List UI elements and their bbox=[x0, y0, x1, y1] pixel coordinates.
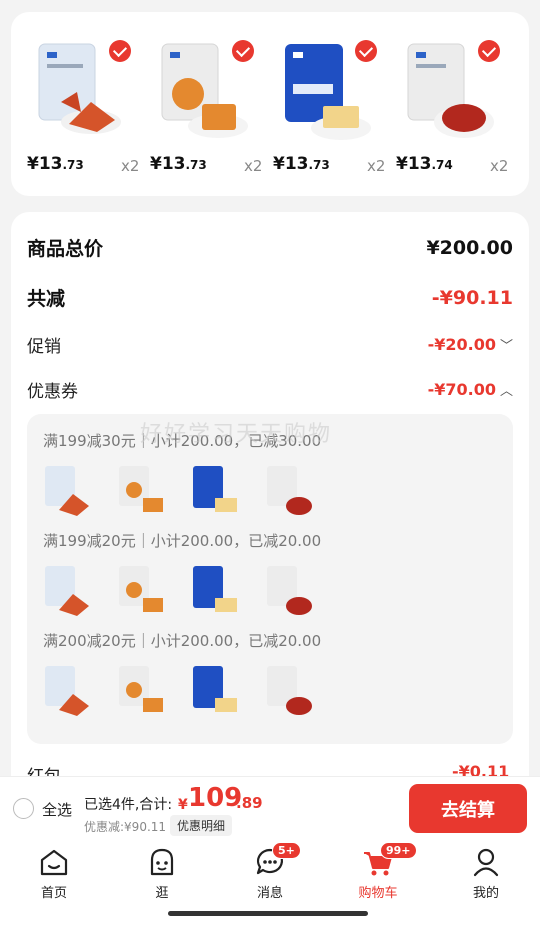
select-all-radio[interactable] bbox=[13, 798, 34, 819]
product-price: ¥13.74 bbox=[396, 154, 453, 174]
tab-label: 首页 bbox=[40, 886, 67, 901]
promotion-row[interactable]: 促销 -¥20.00 ﹀ bbox=[27, 332, 513, 357]
tab-cart[interactable]: 99+ 购物车 bbox=[343, 842, 417, 901]
total-currency: ¥ bbox=[178, 797, 188, 813]
selected-count: 已选4件,合计: bbox=[84, 797, 173, 813]
crab-crackers-pack-icon bbox=[117, 664, 167, 722]
goods-total-label: 商品总价 bbox=[27, 238, 104, 260]
chicken-feet-pack-icon bbox=[43, 464, 93, 522]
jerky-pack-icon bbox=[265, 464, 315, 522]
profile-icon bbox=[470, 846, 502, 878]
tab-browse[interactable]: 逛 bbox=[127, 846, 197, 901]
browse-face-icon bbox=[146, 846, 178, 878]
chevron-up-icon[interactable]: ︿ bbox=[500, 384, 513, 399]
chevron-down-icon[interactable]: ﹀ bbox=[500, 339, 513, 354]
cart-icon: 99+ bbox=[362, 842, 417, 878]
total-discount-label: 共减 bbox=[27, 288, 66, 310]
select-all-label[interactable]: 全选 bbox=[42, 799, 72, 820]
promotion-label: 促销 bbox=[27, 337, 61, 357]
crab-crackers-pack-icon bbox=[117, 564, 167, 622]
coupon-rule: 满200减20元｜小计200.00，已减20.00 bbox=[43, 632, 322, 650]
tab-label: 我的 bbox=[472, 886, 499, 901]
tab-label: 消息 bbox=[256, 886, 283, 901]
cheese-biscuits-pack-icon bbox=[191, 464, 241, 522]
crab-crackers-pack-icon bbox=[117, 464, 167, 522]
product-item[interactable]: ¥13.73 x2 bbox=[134, 12, 262, 196]
message-icon: 5+ bbox=[254, 842, 301, 878]
coupon-row[interactable]: 优惠券 -¥70.00 ︿ bbox=[27, 377, 513, 402]
total-discount-row: 共减 -¥90.11 bbox=[27, 284, 513, 311]
total-decimal: .89 bbox=[236, 794, 263, 812]
discount-detail-button[interactable]: 优惠明细 bbox=[170, 815, 233, 836]
price-summary-card: 商品总价 ¥200.00 共减 -¥90.11 促销 -¥20.00 ﹀ 优惠券 … bbox=[11, 212, 529, 812]
jerky-pack-icon bbox=[265, 664, 315, 722]
product-price: ¥13.73 bbox=[27, 154, 84, 174]
tab-label: 逛 bbox=[155, 886, 169, 901]
jerky-pack-icon bbox=[265, 564, 315, 622]
checkout-bar: 全选 已选4件,合计: ¥ 109 .89 优惠减:¥90.11 优惠明细 去结… bbox=[0, 776, 540, 840]
product-item[interactable]: ¥13.73 x2 bbox=[257, 12, 385, 196]
home-indicator bbox=[168, 911, 368, 916]
coupon-detail-panel: 满199减30元｜小计200.00，已减30.00 满199减20元｜小计200… bbox=[27, 414, 513, 744]
tab-home[interactable]: 首页 bbox=[19, 846, 89, 901]
coupon-label: 优惠券 bbox=[27, 382, 78, 402]
product-price: ¥13.73 bbox=[150, 154, 207, 174]
chicken-feet-pack-icon bbox=[43, 564, 93, 622]
message-badge: 5+ bbox=[272, 842, 301, 859]
selected-check-icon[interactable] bbox=[232, 40, 254, 62]
coupon-products-row bbox=[43, 464, 315, 522]
coupon-products-row bbox=[43, 664, 315, 722]
product-price: ¥13.73 bbox=[273, 154, 330, 174]
selected-check-icon[interactable] bbox=[478, 40, 500, 62]
goods-total-row: 商品总价 ¥200.00 bbox=[27, 234, 513, 261]
coupon-value: -¥70.00 bbox=[427, 380, 496, 399]
tab-profile[interactable]: 我的 bbox=[451, 846, 521, 901]
watermark: 好好学习天天购物 bbox=[140, 422, 333, 447]
discount-summary: 优惠减:¥90.11 bbox=[84, 820, 167, 834]
promotion-value: -¥20.00 bbox=[427, 335, 496, 354]
selected-check-icon[interactable] bbox=[355, 40, 377, 62]
home-icon bbox=[38, 846, 70, 878]
tab-label: 购物车 bbox=[358, 886, 398, 901]
cheese-biscuits-pack-icon bbox=[191, 664, 241, 722]
total-integer: 109 bbox=[188, 783, 243, 813]
chicken-feet-pack-icon bbox=[43, 664, 93, 722]
coupon-products-row bbox=[43, 564, 315, 622]
selected-products-card: ¥13.73 x2 ¥13.73 x2 ¥13.73 x2 ¥13.74 x2 bbox=[11, 12, 529, 196]
cheese-biscuits-pack-icon bbox=[191, 564, 241, 622]
product-item[interactable]: ¥13.74 x2 bbox=[380, 12, 508, 196]
total-discount-value: -¥90.11 bbox=[431, 286, 513, 309]
selected-check-icon[interactable] bbox=[109, 40, 131, 62]
product-quantity: x2 bbox=[490, 157, 509, 175]
checkout-button[interactable]: 去结算 bbox=[409, 784, 527, 833]
goods-total-value: ¥200.00 bbox=[426, 236, 513, 259]
coupon-rule: 满199减20元｜小计200.00，已减20.00 bbox=[43, 532, 322, 550]
product-item[interactable]: ¥13.73 x2 bbox=[11, 12, 139, 196]
cart-badge: 99+ bbox=[380, 842, 417, 859]
tab-messages[interactable]: 5+ 消息 bbox=[235, 842, 305, 901]
